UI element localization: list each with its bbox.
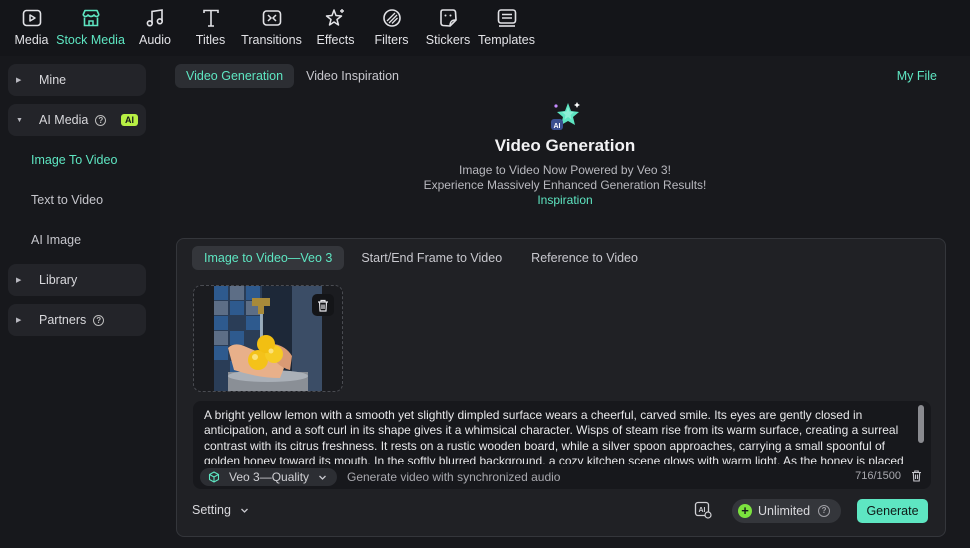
uploaded-image-slot[interactable] (193, 285, 343, 392)
char-count: 716/1500 (855, 470, 901, 482)
ai-badge: AI (121, 114, 138, 126)
uploaded-image-thumbnail (214, 286, 322, 391)
cube-icon (208, 471, 220, 483)
svg-text:AI: AI (699, 507, 706, 514)
tab-image-to-video-veo3[interactable]: Image to Video—Veo 3 (192, 246, 345, 270)
inspiration-link[interactable]: Inspiration (537, 193, 592, 208)
hero-title: Video Generation (494, 136, 636, 155)
sidebar-group-label: AI Media (39, 113, 89, 127)
templates-icon (497, 9, 516, 27)
help-icon[interactable]: ? (818, 505, 831, 517)
remove-image-button[interactable] (312, 294, 334, 316)
credits-unlimited[interactable]: + Unlimited ? (732, 499, 841, 523)
caret-down-icon: ▼ (16, 116, 23, 124)
toolbar-filters[interactable]: Filters (363, 0, 420, 56)
help-icon[interactable]: ? (95, 114, 107, 126)
toolbar-filters-label: Filters (374, 33, 409, 47)
tab-video-inspiration[interactable]: Video Inspiration (295, 64, 410, 88)
stock-media-icon (81, 9, 100, 27)
caret-right-icon: ▶ (16, 77, 22, 84)
toolbar-media[interactable]: Media (6, 0, 57, 56)
toolbar-transitions[interactable]: Transitions (235, 0, 308, 56)
toolbar-stock-media[interactable]: Stock Media (56, 0, 125, 56)
model-select[interactable]: Veo 3—Quality (200, 468, 337, 486)
setting-dropdown[interactable]: Setting (192, 503, 249, 517)
tab-reference-to-video[interactable]: Reference to Video (519, 246, 650, 270)
sticker-icon (440, 9, 457, 27)
svg-text:AI: AI (554, 123, 561, 130)
toolbar-media-label: Media (14, 33, 49, 47)
toolbar-transitions-label: Transitions (241, 33, 302, 47)
model-select-label: Veo 3—Quality (229, 470, 310, 484)
sidebar-group-label: Mine (39, 73, 67, 87)
top-toolbar: Media Stock Media Audio Titles Transitio… (0, 0, 970, 56)
media-icon (22, 9, 41, 27)
toolbar-stickers-label: Stickers (425, 33, 471, 47)
hero-line-1: Image to Video Now Powered by Veo 3! (459, 163, 671, 177)
sidebar-group-mine[interactable]: ▶ Mine (8, 64, 146, 96)
my-file-link[interactable]: My File (897, 69, 937, 83)
sidebar-item-ai-image[interactable]: AI Image (8, 220, 146, 260)
transitions-icon (262, 10, 281, 26)
sidebar-group-label: Library (39, 273, 78, 287)
prompt-textarea[interactable]: A bright yellow lemon with a smooth yet … (204, 408, 904, 464)
toolbar-stickers[interactable]: Stickers (420, 0, 476, 56)
top-tabs: Video Generation Video Inspiration (175, 64, 411, 88)
clear-prompt-trash-icon[interactable] (911, 470, 922, 482)
sidebar-group-partners[interactable]: ▶ Partners ? (8, 304, 146, 336)
caret-right-icon: ▶ (16, 277, 22, 284)
main-panel: Video Generation Video Inspiration My Fi… (160, 56, 970, 548)
sidebar-group-ai-media[interactable]: ▼ AI Media ? AI (8, 104, 146, 136)
ai-image-settings-icon[interactable]: AI (694, 501, 712, 519)
unlimited-label: Unlimited (758, 504, 811, 518)
sidebar-group-library[interactable]: ▶ Library (8, 264, 146, 296)
toolbar-effects-label: Effects (316, 33, 355, 47)
hero: AI Video Generation Image to Video Now P… (160, 96, 970, 208)
hero-line-2: Experience Massively Enhanced Generation… (423, 178, 707, 192)
model-hint: Generate video with synchronized audio (347, 470, 561, 484)
sparkle-effects-icon (325, 9, 344, 26)
text-t-icon (202, 9, 219, 27)
toolbar-audio[interactable]: Audio (124, 0, 186, 56)
generate-button[interactable]: Generate (857, 499, 928, 523)
tab-video-generation[interactable]: Video Generation (175, 64, 295, 88)
toolbar-audio-label: Audio (139, 33, 171, 47)
setting-label: Setting (192, 503, 231, 517)
toolbar-stock-media-label: Stock Media (56, 33, 125, 47)
plus-icon: + (738, 504, 752, 518)
sidebar-group-label: Partners (39, 313, 87, 327)
prompt-scrollbar[interactable] (918, 405, 924, 443)
sidebar-item-text-to-video[interactable]: Text to Video (8, 180, 146, 220)
toolbar-templates-label: Templates (478, 33, 535, 47)
mode-tabs: Image to Video—Veo 3 Start/End Frame to … (192, 246, 655, 270)
toolbar-effects[interactable]: Effects (308, 0, 363, 56)
toolbar-templates[interactable]: Templates (476, 0, 537, 56)
toolbar-titles-label: Titles (195, 33, 226, 47)
sidebar: ▶ Mine ▼ AI Media ? AI Image To Video Te… (0, 56, 160, 548)
tab-start-end-frame[interactable]: Start/End Frame to Video (349, 246, 514, 270)
sidebar-item-image-to-video[interactable]: Image To Video (8, 140, 146, 180)
ai-video-sparkle-icon: AI (551, 102, 580, 130)
music-note-icon (146, 9, 163, 27)
chevron-down-icon (240, 508, 248, 513)
filters-icon (382, 9, 401, 27)
generation-panel: Image to Video—Veo 3 Start/End Frame to … (176, 238, 946, 537)
help-icon[interactable]: ? (93, 314, 105, 326)
trash-icon (318, 299, 328, 312)
prompt-box: A bright yellow lemon with a smooth yet … (193, 401, 931, 489)
toolbar-titles[interactable]: Titles (186, 0, 235, 56)
chevron-down-icon (319, 475, 327, 480)
caret-right-icon: ▶ (16, 317, 22, 324)
